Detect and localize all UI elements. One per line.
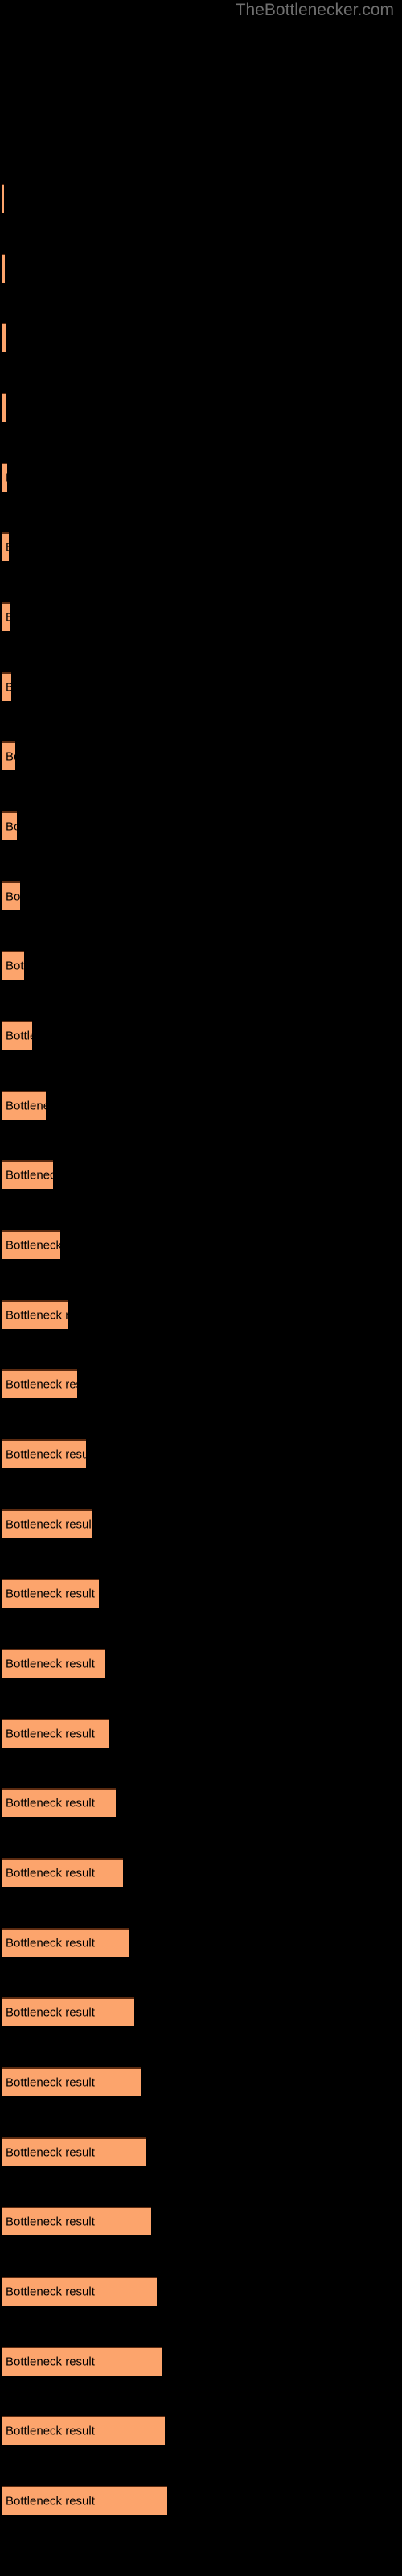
bar-label: Bottleneck result [6, 749, 15, 764]
bar[interactable]: Bottleneck result [2, 1579, 99, 1608]
bar-label: Bottleneck result [6, 541, 9, 555]
bar[interactable]: Bottleneck result [2, 2137, 146, 2166]
bar[interactable]: Bottleneck result [2, 1021, 32, 1050]
bar-label: Bottleneck result [6, 681, 11, 695]
bar[interactable]: Bottleneck result [2, 2416, 165, 2445]
bar[interactable]: Bottleneck result [2, 2277, 157, 2306]
bar-label: Bottleneck result [6, 2005, 95, 2020]
bar-label: Bottleneck result [6, 2215, 95, 2229]
bar[interactable]: Bottleneck result [2, 2067, 141, 2096]
bar[interactable]: Bottleneck result [2, 1928, 129, 1957]
bottleneck-chart: TheBottlenecker.com Bottleneck resultBot… [0, 0, 402, 2576]
bar-label: Bottleneck result [6, 890, 20, 904]
bar-label: Bottleneck result [6, 2285, 95, 2299]
bar[interactable]: Bottleneck result [2, 323, 6, 352]
bar[interactable]: Bottleneck result [2, 602, 10, 631]
bar[interactable]: Bottleneck result [2, 2486, 167, 2515]
bar[interactable]: Bottleneck result [2, 1719, 109, 1748]
bar-label: Bottleneck result [6, 2145, 95, 2160]
bar[interactable]: Bottleneck result [2, 393, 6, 422]
bar-label: Bottleneck result [6, 819, 17, 834]
bar-label: Bottleneck result [6, 2494, 95, 2508]
bar[interactable]: Bottleneck result [2, 1160, 53, 1189]
bar[interactable]: Bottleneck result [2, 2207, 151, 2235]
bar[interactable]: Bottleneck result [2, 881, 20, 910]
bar[interactable]: Bottleneck result [2, 532, 9, 561]
bar-label: Bottleneck result [6, 1796, 95, 1810]
bar-label: Bottleneck result [6, 1168, 53, 1183]
bar[interactable]: Bottleneck result [2, 1300, 68, 1329]
bar-label: Bottleneck result [6, 1866, 95, 1880]
bar[interactable]: Bottleneck result [2, 1439, 86, 1468]
bar[interactable]: Bottleneck result [2, 1788, 116, 1817]
bar-label: Bottleneck result [6, 1377, 77, 1392]
bar[interactable]: Bottleneck result [2, 951, 24, 980]
bar-label: Bottleneck result [6, 1936, 95, 1951]
bar-label: Bottleneck result [6, 1308, 68, 1323]
bar[interactable]: Bottleneck result [2, 463, 7, 492]
bar[interactable]: Bottleneck result [2, 184, 4, 213]
bar-label: Bottleneck result [6, 2355, 95, 2369]
bar-label: Bottleneck result [6, 1029, 32, 1043]
bar-label: Bottleneck result [6, 1099, 46, 1113]
bar-label: Bottleneck result [6, 472, 7, 485]
bar-label: Bottleneck result [6, 1447, 86, 1462]
bar[interactable]: Bottleneck result [2, 672, 11, 701]
bar[interactable]: Bottleneck result [2, 1091, 46, 1120]
bar-label: Bottleneck result [6, 1238, 60, 1253]
bar-label: Bottleneck result [6, 2424, 95, 2438]
bar-label: Bottleneck result [6, 1727, 95, 1741]
bar[interactable]: Bottleneck result [2, 1509, 92, 1538]
bar-label: Bottleneck result [6, 1657, 95, 1671]
bar[interactable]: Bottleneck result [2, 741, 15, 770]
bar[interactable]: Bottleneck result [2, 1369, 77, 1398]
bar-label: Bottleneck result [6, 959, 24, 973]
bar[interactable]: Bottleneck result [2, 254, 5, 283]
bar[interactable]: Bottleneck result [2, 1858, 123, 1887]
bar[interactable]: Bottleneck result [2, 1997, 134, 2026]
bar[interactable]: Bottleneck result [2, 1230, 60, 1259]
bar[interactable]: Bottleneck result [2, 811, 17, 840]
bar-label: Bottleneck result [6, 1587, 95, 1601]
chart-plot-area: Bottleneck result Bottleneck result Bottle… [0, 0, 402, 2576]
bar[interactable]: Bottleneck result [2, 1649, 105, 1678]
bar-label: Bottleneck result [6, 611, 10, 625]
bar-label: Bottleneck result [6, 1517, 92, 1532]
bar-label: Bottleneck result [6, 2075, 95, 2090]
bar[interactable]: Bottleneck result [2, 2347, 162, 2376]
